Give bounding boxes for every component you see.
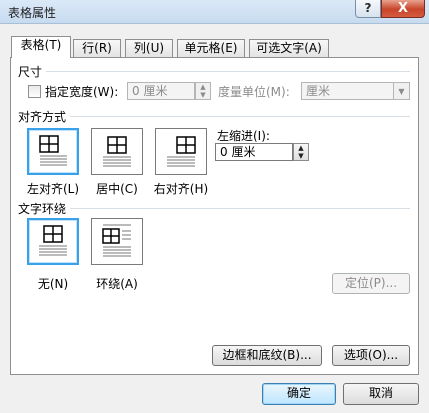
preferred-width-field[interactable]: 0 厘米	[127, 82, 195, 100]
tab-row[interactable]: 行(R)	[73, 39, 121, 57]
spin-up-icon: ▲	[298, 144, 304, 152]
preferred-width-spinner[interactable]: ▲ ▼	[195, 82, 211, 100]
indent-spinner[interactable]: ▲ ▼	[293, 143, 309, 161]
preferred-width-label: 指定宽度(W):	[45, 85, 119, 99]
text-wrap-around-icon	[102, 224, 131, 257]
align-right-label: 右对齐(H)	[153, 182, 209, 196]
spin-down-icon: ▼	[298, 152, 304, 160]
tab-table[interactable]: 表格(T)	[11, 36, 71, 58]
tab-panel	[10, 57, 419, 375]
spin-down-icon: ▼	[200, 91, 206, 99]
align-right-option[interactable]	[155, 128, 207, 175]
wrap-around-label: 环绕(A)	[96, 277, 138, 291]
wrap-around-option[interactable]	[91, 218, 143, 265]
alignment-divider	[70, 116, 410, 117]
tab-alt-text[interactable]: 可选文字(A)	[249, 39, 329, 57]
size-divider	[46, 71, 410, 72]
tab-cell[interactable]: 单元格(E)	[177, 39, 245, 57]
wrap-none-label: 无(N)	[37, 277, 69, 291]
spin-up-icon: ▲	[200, 83, 206, 91]
wrap-none-option[interactable]	[27, 218, 79, 265]
table-align-right-icon	[167, 136, 196, 167]
close-button[interactable]: X	[381, 0, 425, 18]
text-wrap-none-icon	[39, 225, 67, 256]
tab-column[interactable]: 列(U)	[125, 39, 173, 57]
align-left-label: 左对齐(L)	[26, 182, 80, 196]
measure-in-dropdown[interactable]: ▼	[393, 82, 410, 100]
align-center-option[interactable]	[91, 128, 143, 175]
size-heading: 尺寸	[18, 65, 43, 79]
table-align-center-icon	[103, 136, 131, 167]
wrapping-heading: 文字环绕	[18, 202, 67, 216]
help-button[interactable]: ?	[355, 0, 381, 18]
borders-shading-button[interactable]: 边框和底纹(B)...	[212, 345, 322, 366]
indent-label: 左缩进(I):	[217, 129, 270, 143]
preferred-width-checkbox[interactable]	[28, 85, 41, 98]
cancel-button[interactable]: 取消	[343, 383, 419, 405]
chevron-down-icon: ▼	[398, 87, 405, 96]
wrapping-divider	[70, 208, 410, 209]
alignment-heading: 对齐方式	[18, 110, 67, 124]
positioning-button[interactable]: 定位(P)...	[332, 273, 410, 294]
align-center-label: 居中(C)	[96, 182, 138, 196]
window-title: 表格属性	[8, 6, 57, 20]
options-button[interactable]: 选项(O)...	[332, 345, 410, 366]
indent-field[interactable]: 0 厘米	[215, 143, 293, 161]
measure-in-select[interactable]: 厘米	[301, 82, 395, 100]
measure-in-label: 度量单位(M):	[218, 85, 290, 99]
table-align-left-icon	[39, 135, 67, 166]
align-left-option[interactable]	[27, 128, 79, 175]
ok-button[interactable]: 确定	[262, 383, 336, 405]
